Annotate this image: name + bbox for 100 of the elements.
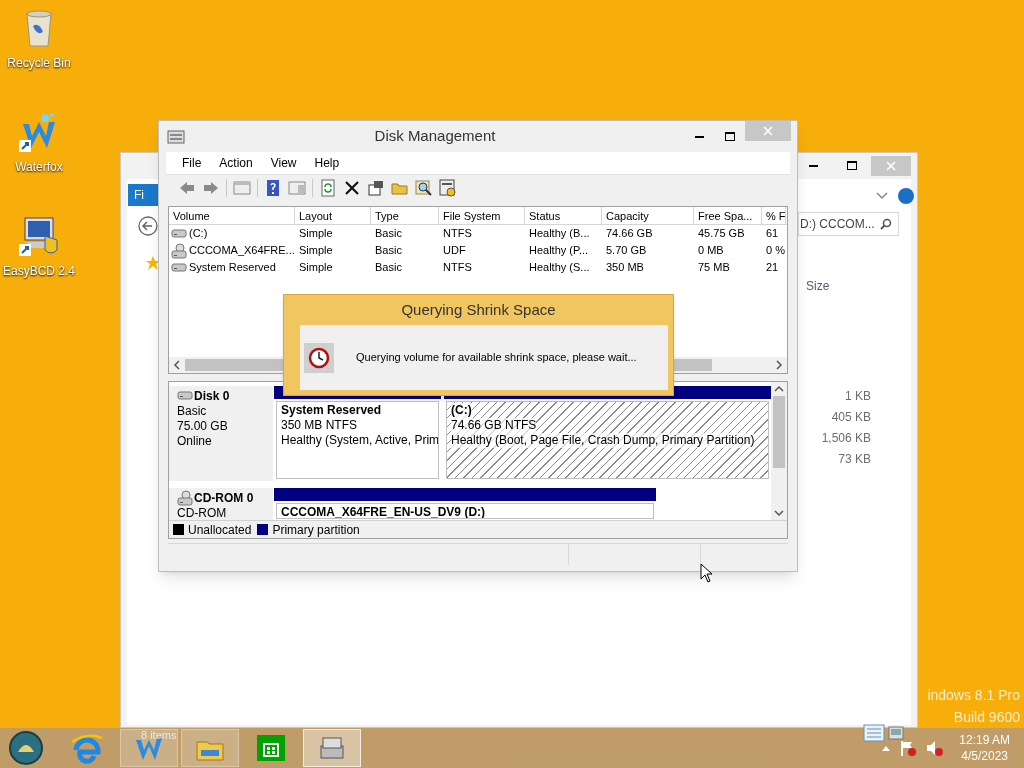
partition-box[interactable]: CCCOMA_X64FRE_EN-US_DV9 (D:) <box>276 503 654 519</box>
table-cell-text: Basic <box>374 243 403 258</box>
menu-item[interactable]: File <box>174 154 210 172</box>
scroll-left-icon <box>173 360 181 370</box>
scrollbar-thumb[interactable] <box>773 396 785 468</box>
large-icons-view-icon[interactable] <box>888 726 904 740</box>
partition-info: 74.66 GB NTFS <box>451 418 537 433</box>
file-explorer-button[interactable] <box>181 729 239 767</box>
table-cell-text: Healthy (S... <box>528 260 591 275</box>
magnifier-icon[interactable] <box>415 178 433 197</box>
back-button-icon[interactable] <box>137 215 159 237</box>
disk-detail-text: Online <box>177 434 213 449</box>
column-header[interactable]: Size <box>806 277 830 295</box>
table-cell-text: 45.75 GB <box>697 226 746 241</box>
start-button-icon[interactable] <box>8 730 44 766</box>
partition-box[interactable]: (C:) 74.66 GB NTFS Healthy (Boot, Page File, Crash Dump, Primary Partition) <box>446 401 769 479</box>
details-view-icon[interactable] <box>863 724 885 742</box>
build-text: Build 9600 <box>953 708 1020 727</box>
table-cell-text: Simple <box>298 243 334 258</box>
chevron-down-icon[interactable] <box>875 191 889 201</box>
disk-management-icon <box>317 734 347 762</box>
table-cell-text: 21 <box>765 260 780 275</box>
column-header[interactable]: % F <box>762 207 786 224</box>
column-header[interactable]: Volume <box>169 207 295 224</box>
partition-name: CCCOMA_X64FRE_EN-US_DV9 (D:) <box>281 505 486 518</box>
partition-name: System Reserved <box>281 403 382 418</box>
cd-drive-icon <box>177 490 193 506</box>
dialog-message: Querying volume for available shrink space, please wait... <box>356 350 637 366</box>
table-cell-text: NTFS <box>442 226 473 241</box>
disk-detail-text: CD-ROM <box>177 506 228 520</box>
file-size-text: 1 KB <box>845 388 871 404</box>
scroll-right-icon <box>775 360 783 370</box>
disk-name: Disk 0 <box>194 388 230 404</box>
app-icon <box>167 128 185 145</box>
clock-icon <box>304 342 334 373</box>
column-header[interactable]: Free Spa... <box>694 207 762 224</box>
settings-icon[interactable] <box>439 178 457 197</box>
mouse-cursor-icon <box>700 563 714 583</box>
table-cell-text: CCCOMA_X64FRE... <box>189 243 295 259</box>
table-cell-text: (C:) <box>189 226 208 242</box>
partition-status: Healthy (Boot, Page File, Crash Dump, Primary Partition) <box>451 433 755 448</box>
file-size-text: 405 KB <box>831 409 871 425</box>
table-cell-text: Healthy (B... <box>528 226 591 241</box>
delete-icon[interactable] <box>343 178 361 197</box>
close-icon <box>886 161 896 171</box>
cd-drive-icon <box>171 242 187 259</box>
speaker-muted-icon[interactable] <box>925 739 944 757</box>
table-cell-text: 0 MB <box>697 243 725 258</box>
partition-status: Healthy (System, Active, Prim <box>281 433 438 448</box>
partition-box[interactable]: System Reserved 350 MB NTFS Healthy (System, Active, Prim <box>276 401 439 479</box>
disk-name: CD-ROM 0 <box>194 490 254 506</box>
table-cell-text: Simple <box>298 226 334 241</box>
show-hidden-icons-icon[interactable] <box>881 744 892 752</box>
table-cell-text: NTFS <box>442 260 473 275</box>
maximize-icon <box>847 161 857 171</box>
table-cell-text: 0 % <box>765 243 786 258</box>
browser-e-icon[interactable] <box>70 732 104 764</box>
scroll-up-icon <box>774 385 784 393</box>
table-cell-text: System Reserved <box>189 260 276 276</box>
column-header[interactable]: File System <box>439 207 525 224</box>
table-cell-text: Simple <box>298 260 334 275</box>
refresh-icon[interactable] <box>319 178 337 197</box>
edition-text: indows 8.1 Pro <box>927 686 1020 705</box>
column-header[interactable]: Capacity <box>602 207 694 224</box>
store-icon <box>256 734 286 762</box>
table-cell-text: 61 <box>765 226 780 241</box>
action-center-flag-icon[interactable] <box>899 739 918 757</box>
table-cell-text: 5.70 GB <box>605 243 648 258</box>
maximize-icon <box>725 131 735 142</box>
search-field[interactable]: D:) CCCOM... <box>798 212 899 236</box>
star-icon <box>145 255 161 271</box>
table-cell-text: 74.66 GB <box>605 226 654 241</box>
disk-management-button[interactable] <box>303 729 361 767</box>
legend-label: Unallocated <box>188 521 252 538</box>
column-header[interactable]: Status <box>525 207 602 224</box>
window-title: Disk Management <box>373 126 497 147</box>
vertical-scrollbar[interactable] <box>771 382 787 520</box>
properties-icon[interactable] <box>367 178 385 197</box>
search-icon[interactable] <box>880 218 892 230</box>
table-cell-text: UDF <box>442 243 467 258</box>
disk-detail-text: 75.00 GB <box>177 419 229 434</box>
column-header[interactable]: Layout <box>295 207 371 224</box>
menu-item[interactable]: View <box>262 154 305 172</box>
disk-detail-text: Basic <box>177 404 208 419</box>
close-icon <box>763 126 773 136</box>
column-header[interactable]: Type <box>371 207 439 224</box>
menu-item[interactable]: Help <box>306 154 348 172</box>
table-cell-text: 350 MB <box>605 260 645 275</box>
table-cell-text: Healthy (P... <box>528 243 590 258</box>
dialog-title: Querying Shrink Space <box>400 299 557 320</box>
table-cell-text: Basic <box>374 226 403 241</box>
table-cell-text: 75 MB <box>697 260 731 275</box>
partition-name: (C:) <box>451 403 472 418</box>
legend-label: Primary partition <box>272 521 360 538</box>
shortcut-icon[interactable] <box>17 214 61 258</box>
status-text: 8 items <box>141 728 177 743</box>
file-size-text: 1,506 KB <box>821 430 871 446</box>
file-size-text: 73 KB <box>838 451 871 467</box>
waterfox-button[interactable] <box>120 729 178 767</box>
menu-item[interactable]: Action <box>211 154 261 172</box>
